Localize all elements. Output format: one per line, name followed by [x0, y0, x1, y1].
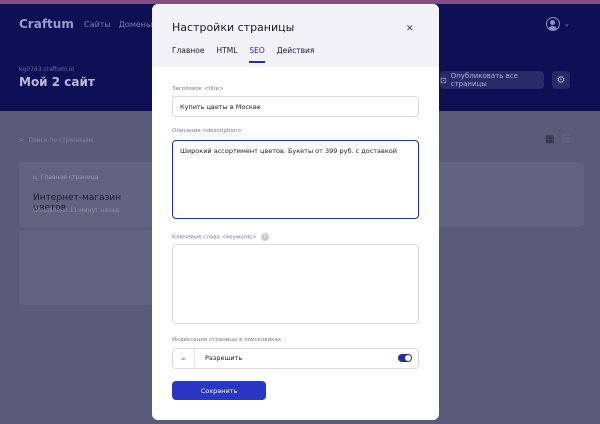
indexing-option-label: Разрешить — [205, 354, 243, 362]
page-card-updated: Обновлено 11 минут назад — [33, 207, 120, 214]
title-field[interactable]: Купить цветы в Москве — [172, 96, 419, 117]
home-page-label: Главная страница — [40, 174, 99, 181]
list-view-icon[interactable]: ☰ — [561, 134, 570, 145]
page-settings-modal: Настройки страницы ✕ Главное HTML SEO Де… — [152, 4, 439, 420]
craftum-logo[interactable]: Craftum — [19, 17, 74, 31]
tab-seo[interactable]: SEO — [249, 46, 266, 63]
top-nav: Сайты Домены — [84, 20, 152, 29]
grid-view-icon[interactable]: ▦ — [545, 134, 554, 145]
indexing-label: Индексация страницы в поисковиках — [172, 337, 282, 343]
close-icon[interactable]: ✕ — [406, 24, 414, 34]
page-card-preview[interactable] — [19, 230, 154, 305]
tab-html[interactable]: HTML — [217, 46, 238, 63]
indexing-row[interactable]: ∞ Разрешить — [172, 348, 419, 369]
user-menu[interactable]: ⌄ — [546, 17, 570, 31]
chevron-down-icon: ⌄ — [564, 20, 570, 28]
search-icon: ⌕ — [19, 135, 24, 144]
site-settings-button[interactable]: ⚙ — [552, 71, 570, 89]
home-page-badge: ⌂ Главная страница — [33, 174, 99, 181]
modal-header: Настройки страницы ✕ Главное HTML SEO Де… — [152, 4, 439, 67]
description-field-label: Описание <description> — [172, 128, 242, 134]
home-icon: ⌂ — [33, 174, 37, 181]
page-card[interactable]: ⌂ Главная страница Интернет-магазин цвет… — [19, 162, 154, 227]
nav-item-domains[interactable]: Домены — [119, 20, 153, 29]
nav-item-sites[interactable]: Сайты — [84, 20, 111, 29]
keywords-field-label: Ключевые слова <keywords> — [172, 234, 257, 241]
page-card-side — [438, 162, 584, 227]
search-input[interactable]: Поиск по страницам — [28, 137, 93, 144]
save-button[interactable]: Сохранить — [172, 381, 266, 400]
site-title: Мой 2 сайт — [19, 75, 95, 89]
description-field[interactable]: Широкий ассортимент цветов. Букеты от 39… — [172, 140, 419, 219]
keywords-field-label-row: Ключевые слова <keywords> ? — [172, 233, 269, 241]
publish-icon: ⊡ — [440, 75, 447, 85]
page-search[interactable]: ⌕ Поиск по страницам — [19, 133, 154, 147]
tab-main[interactable]: Главное — [172, 46, 205, 63]
publish-all-label: Опубликовать все страницы — [450, 72, 518, 88]
keywords-field[interactable] — [172, 244, 419, 324]
indexing-toggle[interactable] — [398, 354, 412, 362]
gear-icon: ⚙ — [556, 74, 566, 86]
modal-title: Настройки страницы — [172, 21, 295, 34]
title-field-label: Заголовок <title> — [172, 86, 224, 92]
help-icon[interactable]: ? — [260, 233, 269, 241]
site-domain[interactable]: kg0743.craftum.io — [19, 66, 74, 73]
modal-tabs: Главное HTML SEO Действия — [172, 46, 314, 63]
infinity-icon: ∞ — [173, 349, 195, 368]
publish-all-button[interactable]: ⊡ Опубликовать все страницы — [440, 71, 544, 89]
tab-actions[interactable]: Действия — [277, 46, 315, 63]
user-avatar-icon — [546, 17, 560, 31]
